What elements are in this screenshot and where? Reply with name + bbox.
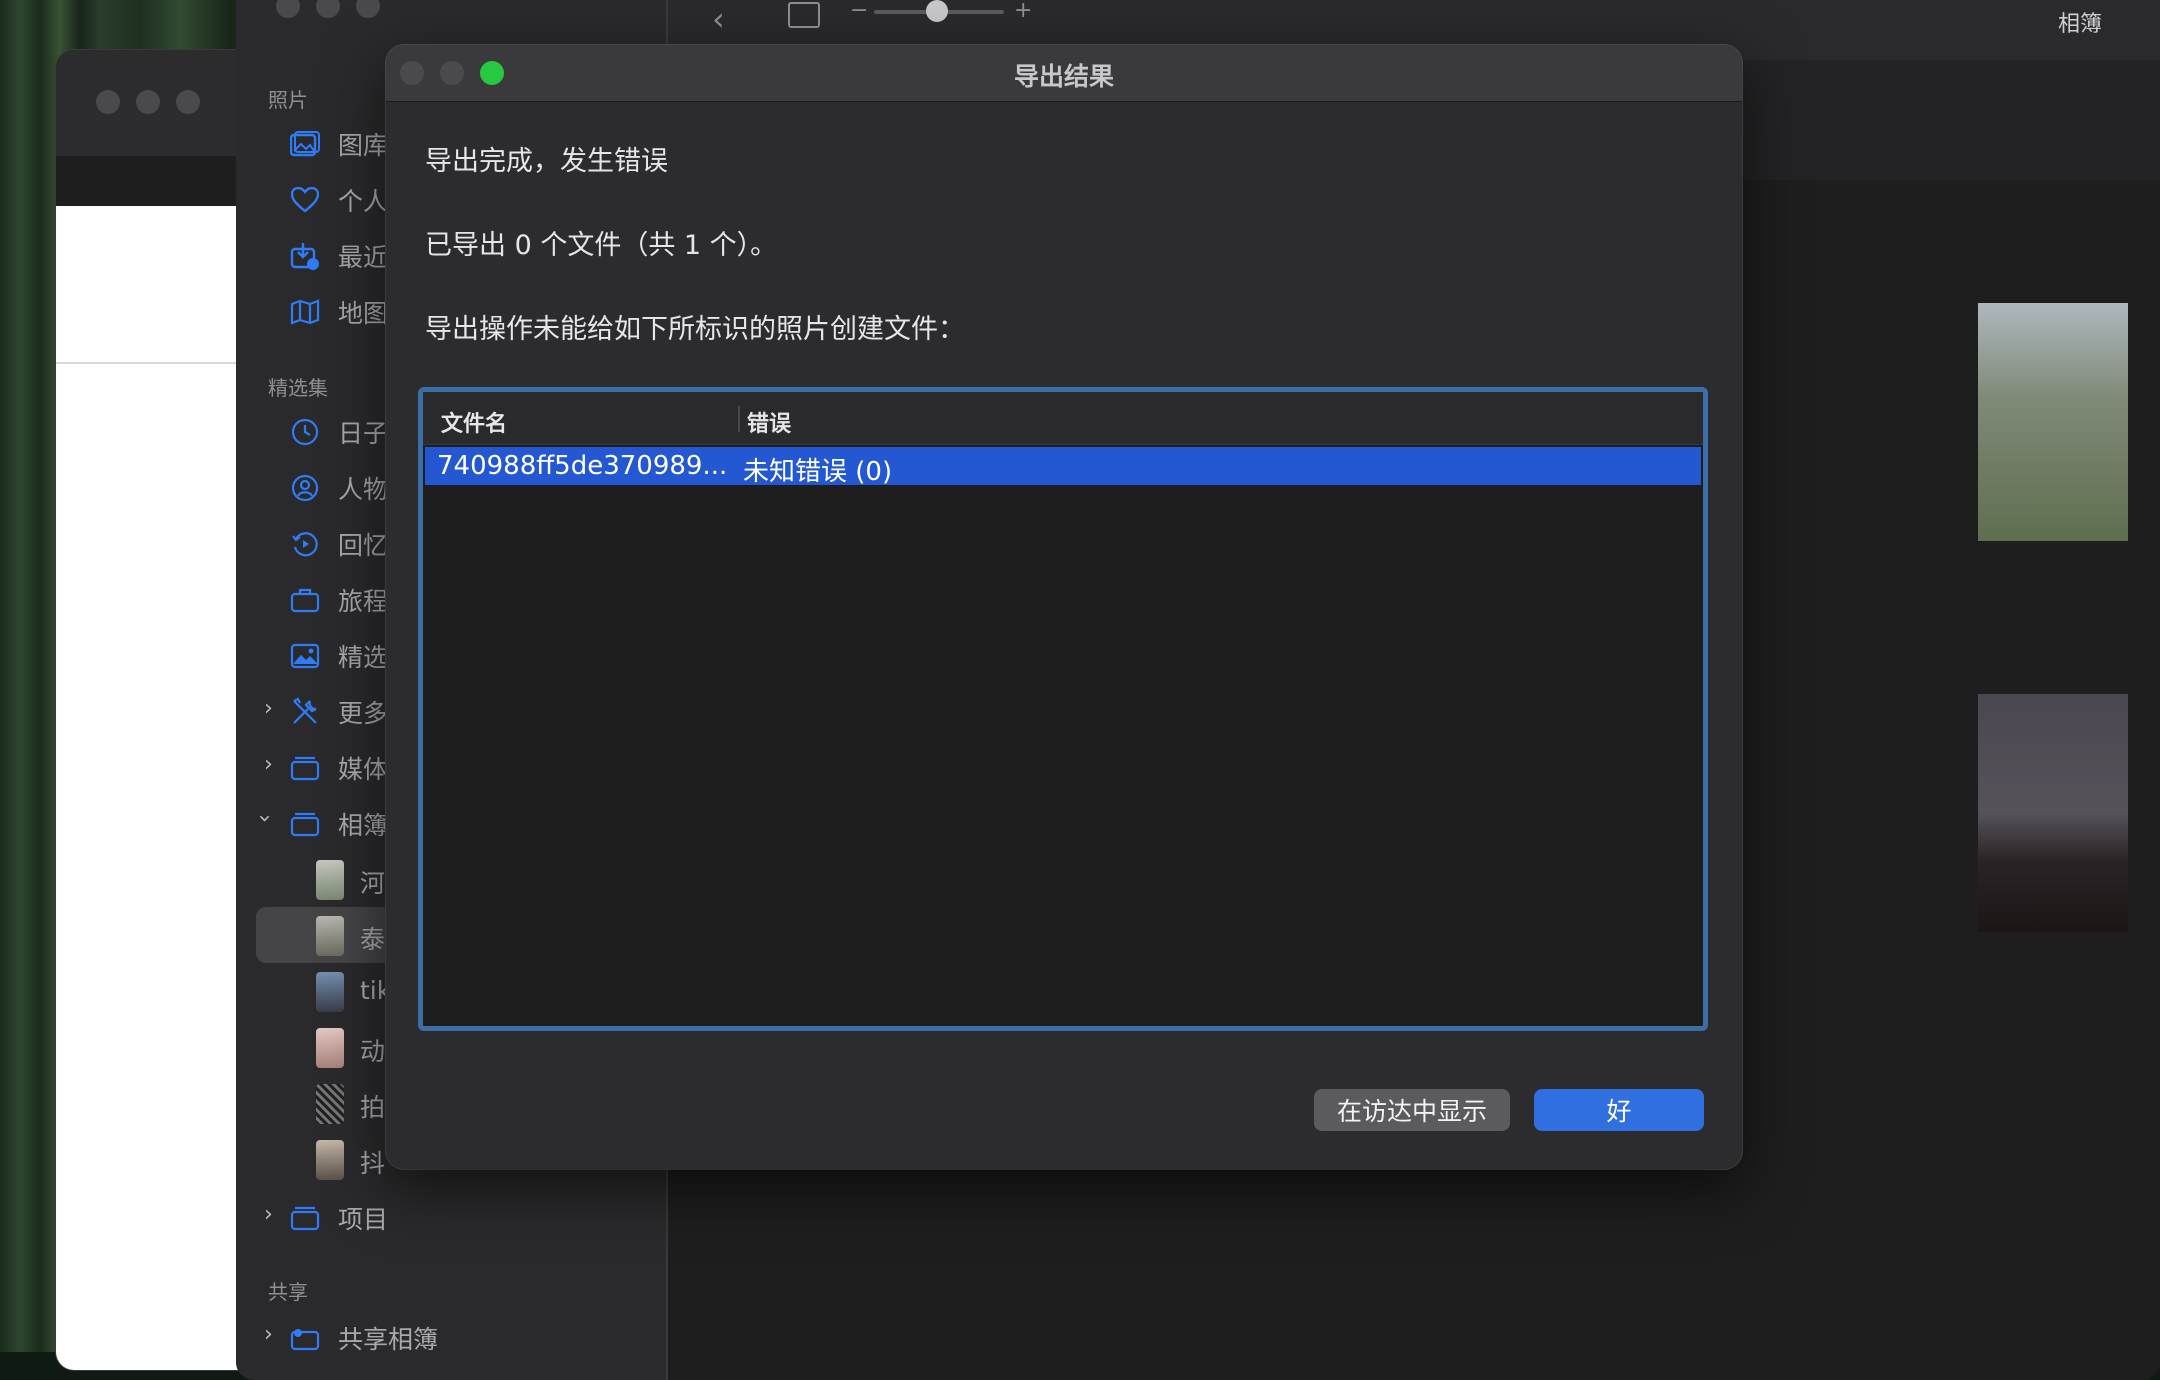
featured-photo-icon [290,641,320,671]
tools-icon [290,697,320,727]
sidebar-item-days[interactable]: 日子 [290,410,388,454]
column-divider[interactable] [738,406,740,432]
dialog-detail: 导出操作未能给如下所标识的照片创建文件： [425,314,965,345]
sidebar-item-label: 地图 [338,299,389,328]
folder-icon [290,1203,320,1233]
suitcase-icon [290,585,320,615]
sidebar-item-label: 旅程 [338,587,389,616]
sidebar-album-5[interactable]: 拍 [360,1088,385,1124]
sidebar-item-label: 日子 [338,419,389,448]
album-thumbnail [316,1140,344,1180]
folder-icon [290,753,320,783]
chevron-right-icon[interactable]: › [264,1202,273,1227]
sidebar-item-label: 更多 [338,699,389,728]
column-header-error[interactable]: 错误 [747,406,791,438]
memories-icon [290,529,320,559]
sidebar-item-label: 精选 [338,643,389,672]
photo-library-icon [290,129,320,159]
album-thumbnail [316,1028,344,1068]
album-thumbnail [316,916,344,956]
zoom-slider-thumb[interactable] [926,0,948,22]
sidebar-item-label: 图库 [338,131,389,160]
recent-import-icon [290,241,320,271]
folder-icon [290,809,320,839]
sidebar-item-memories[interactable]: 回忆 [290,522,388,566]
sidebar-section-shared: 共享 [268,1280,308,1304]
background-window-controls [96,90,200,114]
sidebar-item-label: 个人 [338,187,389,216]
photo-thumbnail[interactable] [1978,694,2128,932]
dialog-titlebar: 导出结果 [386,45,1742,102]
row-error: 未知错误 (0) [743,457,893,487]
clock-icon [290,417,320,447]
zoom-out-label[interactable]: − [850,0,868,23]
chevron-right-icon[interactable]: › [264,1322,273,1347]
sidebar-item-people[interactable]: 人物 [290,466,388,510]
sidebar-item-map[interactable]: 地图 [290,290,388,334]
heart-icon [290,185,320,215]
close-button[interactable] [96,90,120,114]
sidebar-item-label: 项目 [338,1205,389,1234]
album-thumbnail [316,1084,344,1124]
zoom-in-label[interactable]: + [1014,0,1032,23]
close-button[interactable] [276,0,300,18]
sidebar-item-label: 人物 [338,475,389,504]
sidebar-section-collections: 精选集 [268,376,328,400]
sidebar-item-more[interactable]: 更多 [290,690,388,734]
table-header: 文件名 错误 [423,392,1703,445]
show-in-finder-button[interactable]: 在访达中显示 [1314,1089,1510,1131]
error-table[interactable]: 文件名 错误 740988ff5de370989... 未知错误 (0) [418,387,1708,1031]
sidebar-album-6[interactable]: 抖 [360,1144,385,1180]
sidebar-item-label: 回忆 [338,531,389,560]
dialog-title: 导出结果 [1013,62,1114,91]
sidebar-item-projects[interactable]: 项目 [290,1196,388,1240]
sidebar-item-recents[interactable]: 最近 [290,234,388,278]
sidebar-item-label: 相簿 [338,811,389,840]
table-row[interactable]: 740988ff5de370989... 未知错误 (0) [425,447,1701,487]
toolbar-title: 相簿 [2058,12,2103,37]
ok-button[interactable]: 好 [1534,1089,1704,1131]
sidebar-item-label: 媒体 [338,755,389,784]
back-icon[interactable]: ‹ [712,0,725,38]
slideshow-icon[interactable] [788,2,820,28]
sidebar-item-label: 最近 [338,243,389,272]
minimize-button[interactable] [136,90,160,114]
row-filename: 740988ff5de370989... [437,451,728,481]
sidebar-album-1[interactable]: 河 [360,864,385,900]
sidebar-album-2[interactable]: 泰 [360,920,385,956]
sidebar-item-shared-albums[interactable]: 共享相簿 [290,1316,438,1360]
shared-folder-icon [290,1323,320,1353]
sidebar-item-favorites[interactable]: 个人 [290,178,388,222]
sidebar-item-library[interactable]: 图库 [290,122,388,166]
minimize-button[interactable] [316,0,340,18]
sidebar-item-media-types[interactable]: 媒体 [290,746,388,790]
sidebar-album-4[interactable]: 动 [360,1032,385,1068]
zoom-button[interactable] [356,0,380,18]
photo-thumbnail[interactable] [1978,303,2128,541]
dialog-summary: 已导出 0 个文件（共 1 个）。 [425,230,778,261]
dialog-heading: 导出完成，发生错误 [425,146,668,177]
album-thumbnail [316,860,344,900]
sidebar-item-albums[interactable]: 相簿 [290,802,388,846]
photos-window-controls [276,0,380,18]
chevron-right-icon[interactable]: › [264,752,273,777]
sidebar-item-trips[interactable]: 旅程 [290,578,388,622]
column-header-filename[interactable]: 文件名 [441,406,507,438]
person-icon [290,473,320,503]
chevron-right-icon[interactable]: › [264,696,273,721]
zoom-button[interactable] [176,90,200,114]
album-thumbnail [316,972,344,1012]
sidebar-item-label: 共享相簿 [338,1325,439,1354]
export-results-dialog: 导出结果 导出完成，发生错误 已导出 0 个文件（共 1 个）。 导出操作未能给… [386,45,1742,1169]
sidebar-item-featured[interactable]: 精选 [290,634,388,678]
sidebar-section-photos: 照片 [268,88,308,112]
map-icon [290,297,320,327]
chevron-down-icon[interactable]: › [252,814,277,823]
